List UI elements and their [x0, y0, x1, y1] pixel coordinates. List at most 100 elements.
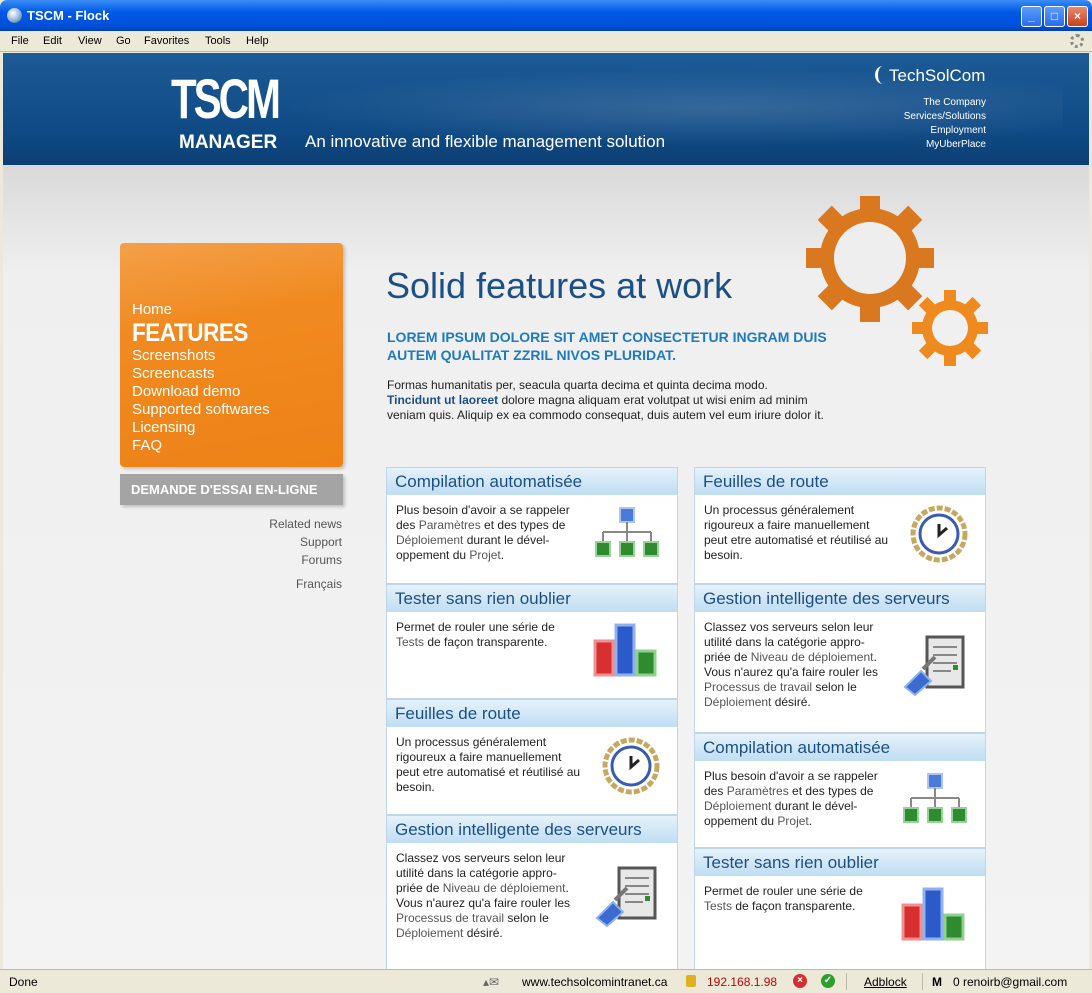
sidebar-item-features[interactable]: FEATURES — [132, 319, 256, 347]
feature-card-tester: Tester sans rien oublier Permet de roule… — [694, 848, 986, 969]
sidebar-item-download-demo[interactable]: Download demo — [132, 383, 270, 401]
text: Un processus généralement rigoureux a fa… — [704, 503, 889, 562]
bar-chart-icon — [593, 623, 657, 677]
feature-card-compilation: Compilation automatisée Plus besoin d'av… — [694, 733, 986, 848]
text: Permet de rouler une série de — [396, 620, 555, 634]
clock-icon — [910, 505, 968, 563]
techsolcom-logo-text: TechSolCom — [889, 66, 986, 85]
highlight-tests: Tests — [396, 635, 425, 649]
hierarchy-icon — [903, 773, 967, 823]
card-title[interactable]: Tester sans rien oublier — [387, 585, 677, 612]
menu-bar: File Edit View Go Favorites Tools Help — [0, 31, 1092, 52]
card-title[interactable]: Gestion intelligente des serveurs — [387, 816, 677, 843]
feature-card-gestion: Gestion intelligente des serveurs Classe… — [694, 584, 986, 733]
topnav-employment[interactable]: Employment — [904, 124, 986, 138]
text: . — [808, 814, 813, 828]
feature-card-feuilles: Feuilles de route Un processus généralem… — [694, 467, 986, 584]
sidebar-item-screencasts[interactable]: Screencasts — [132, 365, 270, 383]
card-title[interactable]: Tester sans rien oublier — [695, 849, 985, 876]
minimize-button[interactable]: _ — [1021, 6, 1042, 27]
link-support[interactable]: Support — [269, 533, 342, 551]
highlight-processus: Processus de travail — [704, 680, 813, 694]
trial-request-button[interactable]: DEMANDE D'ESSAI EN-LIGNE — [120, 474, 343, 505]
server-document-icon — [595, 866, 657, 928]
techsolcom-logo[interactable]: TechSolCom — [875, 66, 985, 86]
status-mail[interactable]: 0 renoirb@gmail.com — [953, 975, 1067, 989]
gmail-icon[interactable]: M — [932, 975, 942, 989]
sidebar-item-supported-softwares[interactable]: Supported softwares — [132, 401, 270, 419]
feature-card-compilation: Compilation automatisée Plus besoin d'av… — [386, 467, 678, 584]
menu-tools[interactable]: Tools — [205, 35, 231, 47]
text: de façon transparente. — [424, 635, 548, 649]
rss-icon[interactable]: ▴✉ — [483, 975, 499, 989]
card-title[interactable]: Compilation automatisée — [695, 734, 985, 761]
menu-favorites[interactable]: Favorites — [144, 35, 189, 47]
sidebar-item-faq[interactable]: FAQ — [132, 437, 270, 455]
sidebar-links: Related news Support Forums Français — [269, 515, 342, 593]
text: désiré. — [771, 695, 811, 709]
highlight-projet: Projet — [777, 814, 809, 828]
card-title[interactable]: Feuilles de route — [695, 468, 985, 495]
hierarchy-icon — [595, 507, 659, 557]
intro-line-1: Formas humanitatis per, seacula quarta d… — [387, 378, 768, 392]
separator — [922, 973, 923, 990]
card-title[interactable]: Feuilles de route — [387, 700, 677, 727]
link-related-news[interactable]: Related news — [269, 515, 342, 533]
feature-card-gestion: Gestion intelligente des serveurs Classe… — [386, 815, 678, 969]
text: selon le — [812, 680, 857, 694]
page-viewport: TSCM MANAGER An innovative and flexible … — [3, 53, 1089, 969]
status-text: Done — [9, 975, 38, 989]
highlight-parametres: Paramètres — [418, 518, 481, 532]
card-title[interactable]: Compilation automatisée — [387, 468, 677, 495]
adblock-button[interactable]: Adblock — [864, 975, 907, 989]
window-titlebar[interactable]: TSCM - Flock _ □ × — [0, 0, 1092, 31]
window-title: TSCM - Flock — [27, 8, 110, 23]
status-bar: Done ▴✉ www.techsolcomintranet.ca 192.16… — [0, 969, 1092, 993]
link-language-french[interactable]: Français — [269, 575, 342, 593]
text: de façon transparente. — [732, 899, 856, 913]
highlight-niveau: Niveau de déploiement — [750, 650, 874, 664]
highlight-deploiement: Déploiement — [396, 926, 464, 940]
lock-icon[interactable] — [686, 975, 696, 987]
highlight-niveau: Niveau de déploiement — [442, 881, 566, 895]
topnav-services[interactable]: Services/Solutions — [904, 110, 986, 124]
text: et des types de — [788, 784, 874, 798]
highlight-parametres: Paramètres — [726, 784, 789, 798]
card-title[interactable]: Gestion intelligente des serveurs — [695, 585, 985, 612]
intro-bold-link[interactable]: Tincidunt ut laoreet — [387, 393, 498, 407]
text: désiré. — [463, 926, 503, 940]
page-title: Solid features at work — [386, 265, 733, 306]
tscm-logo-subtitle: MANAGER — [179, 132, 278, 153]
menu-view[interactable]: View — [78, 35, 102, 47]
topnav-myuberplace[interactable]: MyUberPlace — [904, 138, 986, 152]
menu-edit[interactable]: Edit — [43, 35, 62, 47]
highlight-processus: Processus de travail — [396, 911, 505, 925]
sidebar-nav: Home FEATURES Screenshots Screencasts Do… — [132, 301, 270, 455]
text: Permet de rouler une série de — [704, 884, 863, 898]
sidebar-item-licensing[interactable]: Licensing — [132, 419, 270, 437]
highlight-projet: Projet — [469, 548, 501, 562]
highlight-deploiement: Déploiement — [396, 533, 464, 547]
sidebar-item-screenshots[interactable]: Screenshots — [132, 347, 270, 365]
highlight-tests: Tests — [704, 899, 733, 913]
menu-file[interactable]: File — [11, 35, 29, 47]
flock-icon — [7, 8, 22, 23]
error-icon[interactable]: × — [793, 974, 807, 988]
topnav-company[interactable]: The Company — [904, 96, 986, 110]
separator — [846, 973, 847, 990]
maximize-button[interactable]: □ — [1044, 6, 1065, 27]
link-forums[interactable]: Forums — [269, 551, 342, 569]
bar-chart-icon — [901, 887, 965, 941]
menu-go[interactable]: Go — [116, 35, 131, 47]
throbber-icon — [1070, 34, 1084, 48]
text: Un processus généralement rigoureux a fa… — [396, 735, 581, 794]
close-button[interactable]: × — [1067, 6, 1088, 27]
tscm-logo[interactable]: TSCM — [171, 71, 281, 127]
feature-card-tester: Tester sans rien oublier Permet de roule… — [386, 584, 678, 699]
highlight-deploiement: Déploiement — [704, 695, 772, 709]
highlight-deploiement: Déploiement — [704, 799, 772, 813]
ok-icon[interactable]: ✓ — [821, 974, 835, 988]
sidebar-item-home[interactable]: Home — [132, 301, 270, 319]
clock-icon — [602, 737, 660, 795]
menu-help[interactable]: Help — [246, 35, 269, 47]
